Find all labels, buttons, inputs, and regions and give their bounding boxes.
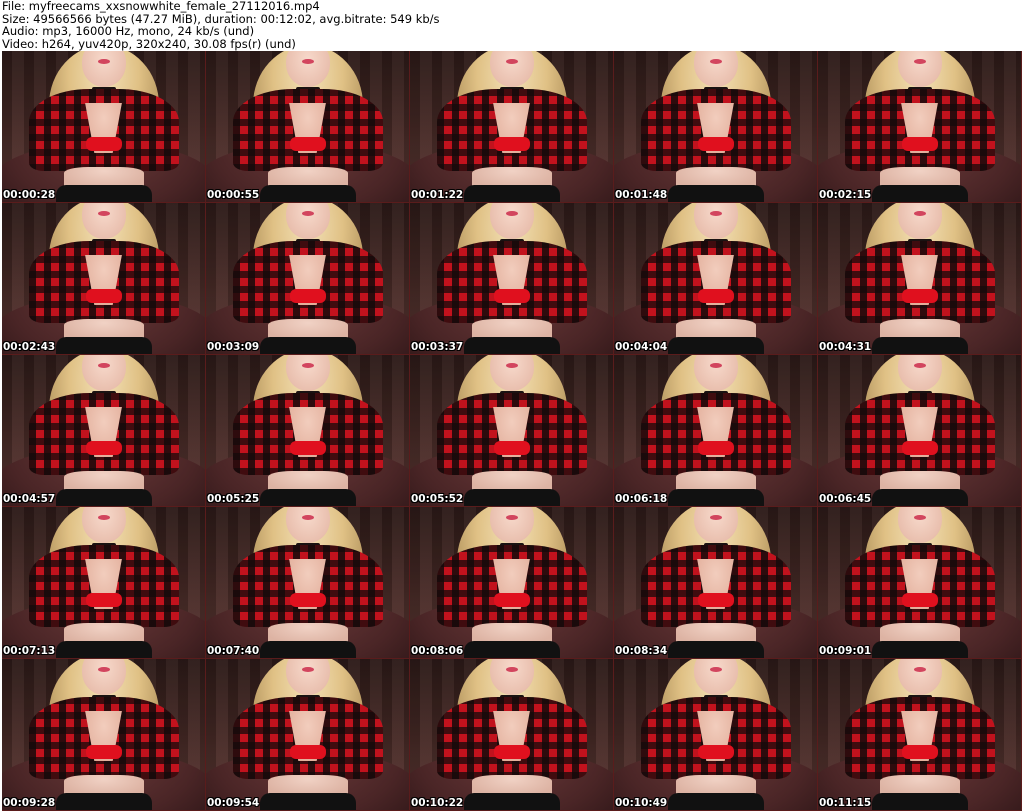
thumbnail-timestamp: 00:06:18 [615, 493, 668, 505]
video-thumbnail: 00:00:55 [206, 51, 410, 203]
thumbnail-timestamp: 00:09:01 [819, 645, 872, 657]
video-thumbnail: 00:01:22 [410, 51, 614, 203]
thumbnail-timestamp: 00:09:54 [207, 797, 260, 809]
video-thumbnail: 00:03:09 [206, 203, 410, 355]
thumbnail-timestamp: 00:07:13 [3, 645, 56, 657]
thumbnail-timestamp: 00:00:28 [3, 189, 56, 201]
video-thumbnail: 00:02:15 [818, 51, 1022, 203]
thumbnail-timestamp: 00:10:49 [615, 797, 668, 809]
thumbnail-timestamp: 00:06:45 [819, 493, 872, 505]
video-thumbnail: 00:09:54 [206, 659, 410, 811]
thumbnail-timestamp: 00:02:15 [819, 189, 872, 201]
video-thumbnail: 00:08:06 [410, 507, 614, 659]
video-thumbnail: 00:09:01 [818, 507, 1022, 659]
thumbnail-timestamp: 00:00:55 [207, 189, 260, 201]
video-thumbnail: 00:07:13 [2, 507, 206, 659]
video-thumbnail: 00:02:43 [2, 203, 206, 355]
video-thumbnail: 00:11:15 [818, 659, 1022, 811]
thumbnail-timestamp: 00:03:09 [207, 341, 260, 353]
file-info-header: File: myfreecams_xxsnowwhite_female_2711… [2, 0, 1022, 50]
thumbnail-timestamp: 00:04:57 [3, 493, 56, 505]
thumbnail-timestamp: 00:08:06 [411, 645, 464, 657]
video-thumbnail: 00:08:34 [614, 507, 818, 659]
video-thumbnail: 00:10:22 [410, 659, 614, 811]
thumbnail-timestamp: 00:02:43 [3, 341, 56, 353]
video-thumbnail: 00:09:28 [2, 659, 206, 811]
video-thumbnail: 00:04:04 [614, 203, 818, 355]
video-thumbnail: 00:01:48 [614, 51, 818, 203]
video-thumbnail: 00:05:25 [206, 355, 410, 507]
video-info-line: Video: h264, yuv420p, 320x240, 30.08 fps… [2, 36, 296, 51]
thumbnail-timestamp: 00:09:28 [3, 797, 56, 809]
video-thumbnail: 00:05:52 [410, 355, 614, 507]
thumbnail-timestamp: 00:10:22 [411, 797, 464, 809]
video-thumbnail: 00:04:57 [2, 355, 206, 507]
thumbnail-timestamp: 00:08:34 [615, 645, 668, 657]
video-thumbnail: 00:10:49 [614, 659, 818, 811]
thumbnail-timestamp: 00:04:31 [819, 341, 872, 353]
thumbnail-timestamp: 00:03:37 [411, 341, 464, 353]
video-thumbnail: 00:03:37 [410, 203, 614, 355]
file-name-line: File: myfreecams_xxsnowwhite_female_2711… [2, 0, 320, 13]
thumbnail-timestamp: 00:07:40 [207, 645, 260, 657]
thumbnail-timestamp: 00:05:52 [411, 493, 464, 505]
audio-info-line: Audio: mp3, 16000 Hz, mono, 24 kb/s (und… [2, 24, 255, 38]
thumbnail-timestamp: 00:01:48 [615, 189, 668, 201]
video-thumbnail: 00:00:28 [2, 51, 206, 203]
thumbnail-grid: 00:00:28 00:00:55 00:01:22 00:01:48 00:0… [2, 51, 1022, 811]
thumbnail-timestamp: 00:01:22 [411, 189, 464, 201]
video-thumbnail: 00:06:45 [818, 355, 1022, 507]
video-thumbnail: 00:06:18 [614, 355, 818, 507]
video-thumbnail: 00:04:31 [818, 203, 1022, 355]
thumbnail-timestamp: 00:11:15 [819, 797, 872, 809]
thumbnail-timestamp: 00:05:25 [207, 493, 260, 505]
video-thumbnail: 00:07:40 [206, 507, 410, 659]
thumbnail-timestamp: 00:04:04 [615, 341, 668, 353]
